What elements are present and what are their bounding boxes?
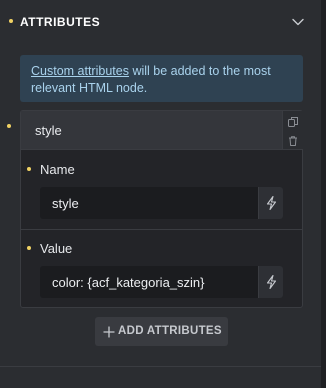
name-label: Name xyxy=(40,162,75,177)
name-dynamic-data-button[interactable] xyxy=(258,187,283,219)
scrollbar-track[interactable] xyxy=(321,0,326,388)
name-field[interactable]: style xyxy=(40,187,283,219)
bolt-icon xyxy=(266,195,277,211)
field-divider xyxy=(21,229,302,230)
section-indicator-dot xyxy=(9,19,13,23)
plus-icon xyxy=(103,325,115,338)
attributes-section-header[interactable]: ATTRIBUTES xyxy=(0,0,321,42)
add-attributes-label: ADD ATTRIBUTES xyxy=(118,325,222,337)
trash-icon[interactable] xyxy=(287,134,299,146)
attribute-item-actions xyxy=(283,111,303,150)
value-field-value[interactable]: color: {acf_kategoria_szin} xyxy=(52,275,252,290)
name-indicator-dot xyxy=(27,167,31,171)
attribute-indicator-dot xyxy=(7,124,11,128)
bolt-icon xyxy=(266,274,277,290)
attribute-item-title: style xyxy=(35,123,62,138)
chevron-down-icon[interactable] xyxy=(291,15,305,29)
section-divider xyxy=(0,366,321,367)
name-field-value[interactable]: style xyxy=(52,196,252,211)
attributes-panel: ATTRIBUTES Custom attributes will be add… xyxy=(0,0,321,388)
info-notice: Custom attributes will be added to the m… xyxy=(20,55,303,102)
attribute-item-header[interactable]: style xyxy=(21,111,283,150)
copy-icon[interactable] xyxy=(287,115,299,127)
add-attributes-button[interactable]: ADD ATTRIBUTES xyxy=(95,317,228,346)
value-indicator-dot xyxy=(27,246,31,250)
value-field[interactable]: color: {acf_kategoria_szin} xyxy=(40,266,283,298)
value-label: Value xyxy=(40,241,73,256)
custom-attributes-link[interactable]: Custom attributes xyxy=(31,64,129,78)
value-dynamic-data-button[interactable] xyxy=(258,266,283,298)
attribute-item: style Name style Value color: {acf_kateg… xyxy=(20,110,303,308)
section-title: ATTRIBUTES xyxy=(20,15,101,29)
